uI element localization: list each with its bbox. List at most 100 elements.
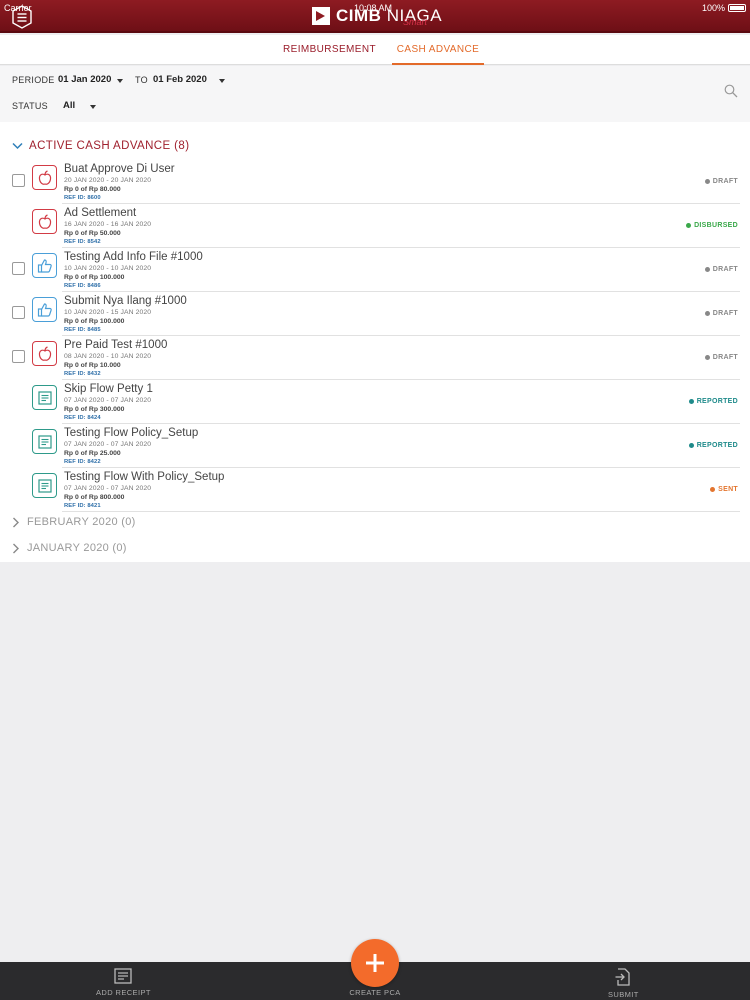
item-ref-id: REF ID: 8424 [64,415,101,421]
list-item[interactable]: Submit Nya Ilang #1000 10 JAN 2020 - 15 J… [0,292,740,336]
item-dates: 10 JAN 2020 - 15 JAN 2020 [64,309,152,316]
item-dates: 07 JAN 2020 - 07 JAN 2020 [64,397,152,404]
tab-reimbursement[interactable]: REIMBURSEMENT [283,35,376,65]
list-item[interactable]: Ad Settlement 16 JAN 2020 - 16 JAN 2020 Rp… [0,204,740,248]
item-title: Testing Flow With Policy_Setup [64,471,225,483]
item-ref-id: REF ID: 8486 [64,283,101,289]
cimb-logo-icon [312,7,330,25]
item-amount: Rp 0 of Rp 50.000 [64,230,121,237]
status-text: DRAFT [712,354,738,361]
item-amount: Rp 0 of Rp 300.000 [64,406,125,413]
list-item[interactable]: Testing Add Info File #1000 10 JAN 2020 -… [0,248,740,292]
brand-name-bold: CIMB [336,6,382,25]
item-title: Testing Add Info File #1000 [64,251,203,263]
status-label: STATUS [12,101,48,111]
status-select[interactable]: All [63,100,75,111]
periode-label: PERIODE [12,75,55,85]
item-dates: 07 JAN 2020 - 07 JAN 2020 [64,485,152,492]
status-dot-icon [688,443,694,448]
item-title: Ad Settlement [64,207,137,219]
submit-label: SUBMIT [608,990,639,999]
item-ref-id: REF ID: 8542 [64,239,101,245]
item-dates: 16 JAN 2020 - 16 JAN 2020 [64,221,152,228]
item-title: Buat Approve Di User [64,163,175,175]
chevron-down-icon[interactable] [90,105,96,109]
item-ref-id: REF ID: 8485 [64,327,101,333]
battery-icon [728,4,746,12]
status-text: DRAFT [712,266,738,273]
item-amount: Rp 0 of Rp 80.000 [64,186,121,193]
item-ref-id: REF ID: 8432 [64,371,101,377]
item-dates: 10 JAN 2020 - 10 JAN 2020 [64,265,152,272]
apple-icon [32,209,57,234]
active-section-title: ACTIVE CASH ADVANCE (8) [29,140,190,152]
submit-button[interactable]: SUBMIT [608,968,639,999]
month-group-label: JANUARY 2020 (0) [27,542,127,554]
status-dot-icon [688,399,694,404]
status-badge: REPORTED [688,398,738,405]
status-badge: DRAFT [704,266,738,273]
status-text: REPORTED [696,442,738,449]
month-group-february[interactable]: FEBRUARY 2020 (0) [12,516,136,528]
item-dates: 20 JAN 2020 - 20 JAN 2020 [64,177,152,184]
status-text: DRAFT [712,178,738,185]
status-text: DRAFT [712,310,738,317]
select-checkbox[interactable] [12,262,25,275]
tab-cash-advance[interactable]: CASH ADVANCE [392,35,484,65]
list-item[interactable]: Buat Approve Di User 20 JAN 2020 - 20 JAN… [0,160,740,204]
create-pca-label: CREATE PCA [349,988,401,997]
apple-icon [32,341,57,366]
select-checkbox[interactable] [12,306,25,319]
item-amount: Rp 0 of Rp 10.000 [64,362,121,369]
status-badge: DRAFT [704,354,738,361]
battery-percent: 100% [701,3,725,13]
item-dates: 07 JAN 2020 - 07 JAN 2020 [64,441,152,448]
list-item[interactable]: Testing Flow Policy_Setup 07 JAN 2020 - 0… [0,424,740,468]
receipt-icon [114,968,133,984]
status-dot-icon [686,223,692,228]
period-to-select[interactable]: 01 Feb 2020 [153,74,207,85]
add-receipt-button[interactable]: ADD RECEIPT [96,968,151,997]
menu-icon[interactable] [11,5,33,29]
status-dot-icon [704,179,710,184]
item-amount: Rp 0 of Rp 25.000 [64,450,121,457]
status-text: REPORTED [696,398,738,405]
status-dot-icon [710,487,716,492]
chevron-down-icon[interactable] [117,79,123,83]
thumbs-up-icon [32,253,57,278]
select-checkbox[interactable] [12,350,25,363]
search-icon[interactable] [724,84,738,98]
status-text: DISBURSED [694,222,738,229]
item-amount: Rp 0 of Rp 100.000 [64,318,125,325]
item-ref-id: REF ID: 8421 [64,503,101,509]
tab-bar: REIMBURSEMENT CASH ADVANCE [0,35,750,65]
status-badge: DISBURSED [686,222,738,229]
status-badge: SENT [710,486,738,493]
list-item[interactable]: Testing Flow With Policy_Setup 07 JAN 202… [0,468,740,512]
active-section-header[interactable]: ACTIVE CASH ADVANCE (8) [12,140,189,152]
chevron-down-icon[interactable] [219,79,225,83]
status-dot-icon [704,267,710,272]
divider [62,511,740,512]
month-group-january[interactable]: JANUARY 2020 (0) [12,542,127,554]
plus-icon [366,954,384,972]
list-item[interactable]: Pre Paid Test #1000 08 JAN 2020 - 10 JAN … [0,336,740,380]
select-checkbox[interactable] [12,174,25,187]
period-from-select[interactable]: 01 Jan 2020 [58,74,111,85]
chevron-right-icon [13,543,19,553]
receipt-icon [32,429,57,454]
list-item[interactable]: Skip Flow Petty 1 07 JAN 2020 - 07 JAN 20… [0,380,740,424]
item-title: Testing Flow Policy_Setup [64,427,199,439]
receipt-icon [32,385,57,410]
chevron-down-icon [12,142,23,150]
add-receipt-label: ADD RECEIPT [96,988,151,997]
item-amount: Rp 0 of Rp 800.000 [64,494,125,501]
create-pca-button[interactable] [351,939,399,987]
brand-tagline: Smart [403,17,428,27]
status-text: SENT [718,486,738,493]
filter-panel: PERIODE 01 Jan 2020 TO 01 Feb 2020 STATU… [0,66,750,122]
chevron-right-icon [13,517,19,527]
status-badge: DRAFT [704,178,738,185]
receipt-icon [32,473,57,498]
apple-icon [32,165,57,190]
